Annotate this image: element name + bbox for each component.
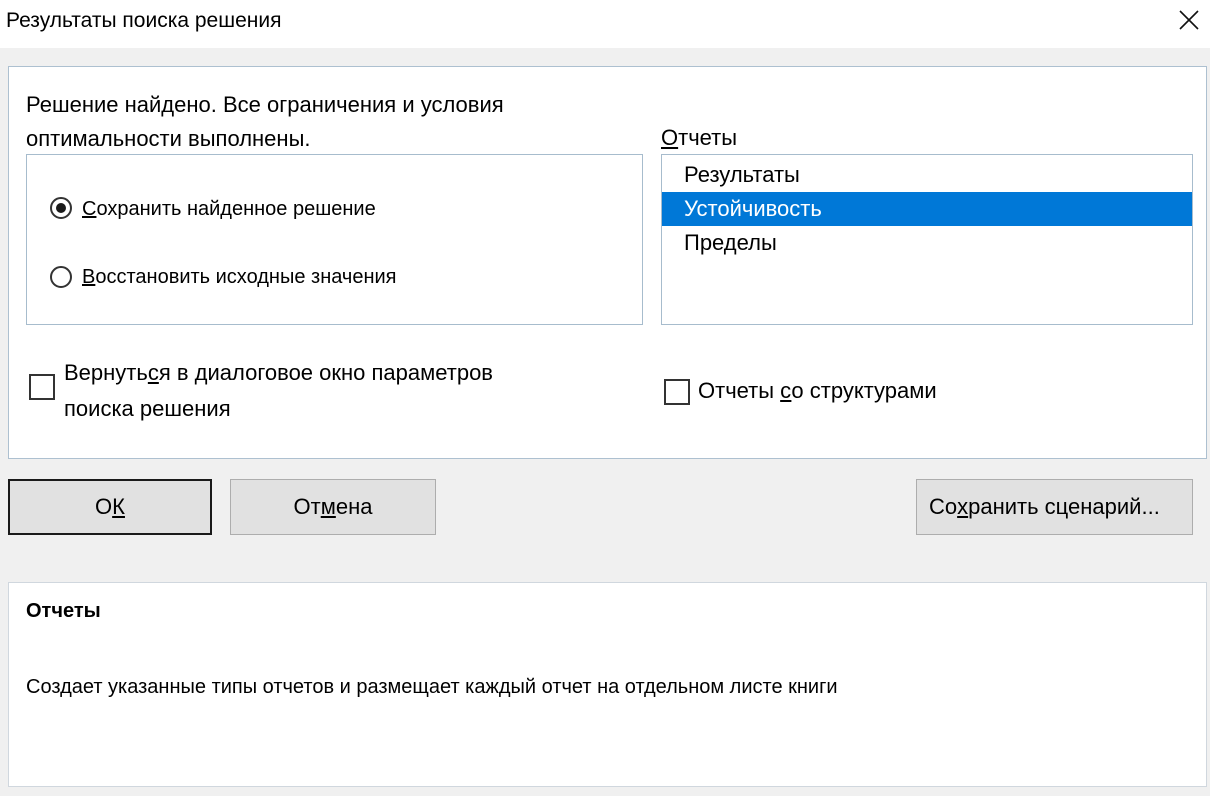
- save-scenario-label-post: ранить сценарий...: [968, 494, 1160, 519]
- outline-reports-checkbox[interactable]: [664, 379, 690, 405]
- outline-label-pre: Отчеты: [698, 378, 781, 403]
- close-icon: [1179, 9, 1199, 35]
- return-to-params-label[interactable]: Вернуться в диалоговое окно параметров п…: [64, 355, 493, 427]
- cancel-label-pre: От: [293, 494, 321, 519]
- restore-values-label-rest: осстановить исходные значения: [95, 266, 397, 288]
- keep-solution-label-rest: охранить найденное решение: [96, 198, 376, 220]
- save-scenario-label-pre: Со: [929, 494, 958, 519]
- cancel-accesskey: м: [320, 494, 336, 519]
- cancel-label-post: ена: [335, 494, 373, 519]
- restore-values-accesskey: В: [82, 266, 96, 288]
- outline-accesskey: с: [780, 378, 792, 403]
- close-button[interactable]: [1168, 0, 1210, 44]
- reports-label: Отчеты: [661, 125, 737, 151]
- return-to-params-checkbox[interactable]: [29, 374, 55, 400]
- keep-solution-accesskey: С: [82, 198, 97, 220]
- report-item-results[interactable]: Результаты: [662, 158, 1192, 192]
- return-label-line1: Вернуться в диалоговое окно параметров: [64, 355, 493, 391]
- solution-options-group: [26, 154, 643, 325]
- reports-label-rest: тчеты: [678, 125, 738, 150]
- reports-accesskey: О: [661, 125, 679, 150]
- help-description: Создает указанные типы отчетов и размеща…: [26, 676, 838, 698]
- return-label-pre: Вернуть: [64, 360, 148, 385]
- report-item-sensitivity[interactable]: Устойчивость: [662, 192, 1192, 226]
- cancel-button[interactable]: От м ена: [230, 479, 436, 535]
- save-scenario-accesskey: х: [957, 494, 969, 519]
- help-title: Отчеты: [26, 600, 101, 622]
- keep-solution-label[interactable]: Сохранить найденное решение: [82, 198, 376, 221]
- status-message: Решение найдено. Все ограничения и услов…: [26, 92, 504, 151]
- return-label-post: я в диалоговое окно параметров: [158, 360, 493, 385]
- restore-values-label[interactable]: Восстановить исходные значения: [82, 266, 397, 289]
- restore-values-radio[interactable]: [50, 266, 72, 288]
- ok-accesskey: К: [112, 494, 125, 519]
- outline-reports-label[interactable]: Отчеты со структурами: [698, 378, 937, 404]
- return-accesskey: с: [147, 360, 159, 385]
- report-item-limits[interactable]: Пределы: [662, 226, 1192, 260]
- ok-button[interactable]: ОК: [8, 479, 212, 535]
- reports-listbox[interactable]: Результаты Устойчивость Пределы: [661, 154, 1193, 325]
- return-label-line2: поиска решения: [64, 396, 231, 421]
- ok-label-pre: О: [95, 494, 113, 519]
- save-scenario-button[interactable]: Со х ранить сценарий...: [916, 479, 1193, 535]
- keep-solution-radio[interactable]: [50, 197, 72, 219]
- window-title: Результаты поиска решения: [6, 9, 282, 32]
- radio-selected-dot: [56, 203, 66, 213]
- outline-label-post: о структурами: [791, 378, 937, 403]
